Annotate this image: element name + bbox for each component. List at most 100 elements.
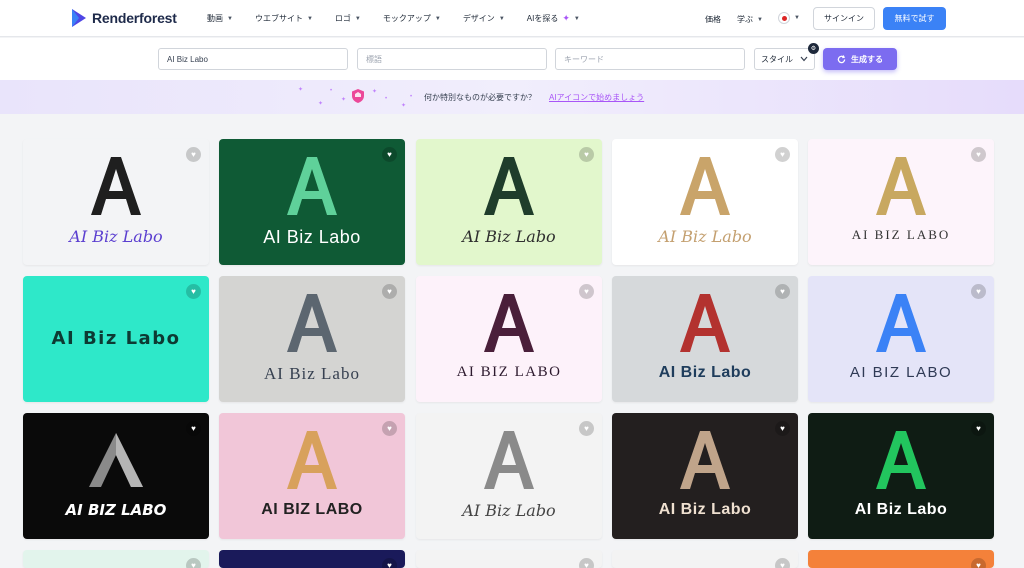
sparkle-icon: ✦ xyxy=(298,87,304,93)
heart-icon[interactable]: ♥ xyxy=(579,284,594,299)
learn-label: 学ぶ xyxy=(737,15,753,24)
logo-card[interactable]: ♥ xyxy=(219,550,405,568)
chevron-down-icon: ▼ xyxy=(434,15,441,22)
logo-monogram-icon xyxy=(680,294,730,352)
logo-text: AI BIZ LABO xyxy=(851,227,951,242)
logo-text: AI BIZ LABO xyxy=(65,501,167,519)
signin-button[interactable]: サインイン xyxy=(813,7,875,30)
slogan-placeholder: 標語 xyxy=(366,54,382,64)
pricing-label: 価格 xyxy=(705,15,721,24)
logo-text: AI Biz Labo xyxy=(658,364,752,381)
heart-icon[interactable]: ♥ xyxy=(971,284,986,299)
heart-icon[interactable]: ♥ xyxy=(186,284,201,299)
nav-label: ウエブサイト xyxy=(254,14,303,23)
ai-icon-banner: ✦ ✦ • ✦ ✦ • ✦ • 何か特別なものが必要ですか？ AIアイコンで始め… xyxy=(0,80,1024,114)
heart-icon[interactable]: ♥ xyxy=(579,421,594,436)
heart-icon[interactable]: ♥ xyxy=(382,147,397,162)
heart-icon[interactable]: ♥ xyxy=(971,421,986,436)
heart-icon[interactable]: ♥ xyxy=(382,421,397,436)
keyword-input[interactable]: キーワード xyxy=(555,48,745,70)
logo-card[interactable]: ♥ xyxy=(612,550,798,568)
logo-card[interactable]: ♥ xyxy=(808,550,994,568)
logo-card[interactable]: AI Biz Labo ♥ xyxy=(219,276,405,402)
nav-website[interactable]: ウエブサイト ▼ xyxy=(255,13,313,24)
banner-cta-link[interactable]: AIアイコンで始めましょう xyxy=(549,92,644,103)
brand-logo[interactable]: Renderforest xyxy=(70,8,177,28)
logo-card[interactable]: AI Biz Labo ♥ xyxy=(23,139,209,265)
top-header: Renderforest 動画 ▼ ウエブサイト ▼ ロゴ ▼ モックアップ ▼ デザイ… xyxy=(0,0,1024,37)
logo-card[interactable]: ♥ xyxy=(416,550,602,568)
style-dropdown[interactable]: スタイル xyxy=(754,48,815,70)
logo-card[interactable]: AI BIZ LABO ♥ xyxy=(808,139,994,265)
chevron-down-icon: ▼ xyxy=(498,15,505,22)
logo-card[interactable]: AI Biz Labo ♥ xyxy=(23,276,209,402)
logo-text: AI Biz Labo xyxy=(462,501,556,520)
slogan-input[interactable]: 標語 xyxy=(357,48,547,70)
sparkle-icon: ✦ xyxy=(401,103,407,109)
logo-card[interactable]: AI Biz Labo ♥ xyxy=(416,413,602,539)
logo-monogram-icon xyxy=(876,431,926,489)
style-label: スタイル xyxy=(761,54,793,64)
logo-monogram-icon xyxy=(287,157,337,215)
logo-monogram-icon xyxy=(89,433,143,487)
heart-icon[interactable]: ♥ xyxy=(382,558,397,568)
logo-text: AI Biz Labo xyxy=(69,227,163,246)
signin-label: サインイン xyxy=(824,14,864,23)
logo-card[interactable]: AI Biz Labo ♥ xyxy=(416,139,602,265)
chevron-down-icon: ▼ xyxy=(354,15,361,22)
logo-card[interactable]: AI Biz Labo ♥ xyxy=(612,276,798,402)
heart-icon[interactable]: ♥ xyxy=(186,421,201,436)
settings-badge-icon[interactable]: ⚙ xyxy=(808,43,819,54)
heart-icon[interactable]: ♥ xyxy=(775,558,790,568)
logo-monogram-icon xyxy=(287,294,337,352)
logo-text: AI Biz Labo xyxy=(658,501,752,518)
nav-explore-ai[interactable]: AIを探る ✦ ▼ xyxy=(527,13,580,24)
heart-icon[interactable]: ♥ xyxy=(579,558,594,568)
nav-design[interactable]: デザイン ▼ xyxy=(463,13,505,24)
logo-card[interactable]: AI Biz Labo ♥ xyxy=(219,139,405,265)
heart-icon[interactable]: ♥ xyxy=(971,147,986,162)
chevron-down-icon: ▼ xyxy=(227,15,233,22)
logo-monogram-icon xyxy=(876,294,926,352)
logo-card[interactable]: AI Biz Labo ♥ xyxy=(612,139,798,265)
logo-card[interactable]: AI BIZ LABO ♥ xyxy=(808,276,994,402)
logo-text: AI Biz Labo xyxy=(658,227,752,246)
sparkle-icon: • xyxy=(330,88,333,94)
heart-icon[interactable]: ♥ xyxy=(186,558,201,568)
sparkle-icon: ✦ xyxy=(562,13,570,23)
logo-monogram-icon xyxy=(484,157,534,215)
nav-label: 動画 xyxy=(207,14,223,23)
free-trial-button[interactable]: 無料で試す xyxy=(883,7,946,30)
generate-button[interactable]: 生成する xyxy=(823,48,897,70)
shield-icon xyxy=(352,89,364,103)
heart-icon[interactable]: ♥ xyxy=(579,147,594,162)
heart-icon[interactable]: ♥ xyxy=(775,421,790,436)
sparkle-icon: ✦ xyxy=(318,101,324,107)
chevron-down-icon xyxy=(800,56,808,62)
heart-icon[interactable]: ♥ xyxy=(382,284,397,299)
company-name-value: AI Biz Labo xyxy=(167,54,208,64)
refresh-icon xyxy=(837,54,846,63)
logo-card[interactable]: AI Biz Labo ♥ xyxy=(808,413,994,539)
logo-card[interactable]: AI BIZ LABO ♥ xyxy=(416,276,602,402)
heart-icon[interactable]: ♥ xyxy=(775,147,790,162)
nav-learn[interactable]: 学ぶ ▼ xyxy=(737,14,763,25)
language-selector[interactable]: ▼ xyxy=(778,12,800,24)
logo-card[interactable]: AI Biz Labo ♥ xyxy=(612,413,798,539)
heart-icon[interactable]: ♥ xyxy=(186,147,201,162)
nav-video[interactable]: 動画 ▼ xyxy=(207,13,233,24)
nav-mockup[interactable]: モックアップ ▼ xyxy=(383,13,441,24)
logo-monogram-icon xyxy=(484,294,534,352)
nav-pricing[interactable]: 価格 xyxy=(705,14,721,25)
logo-card[interactable]: ♥ xyxy=(23,550,209,568)
logo-card[interactable]: AI BIZ LABO ♥ xyxy=(219,413,405,539)
nav-label: ロゴ xyxy=(334,14,351,23)
heart-icon[interactable]: ♥ xyxy=(971,558,986,568)
logo-text: AI Biz Labo xyxy=(264,364,360,383)
logo-card[interactable]: AI BIZ LABO ♥ xyxy=(23,413,209,539)
heart-icon[interactable]: ♥ xyxy=(775,284,790,299)
chevron-down-icon: ▼ xyxy=(306,15,313,22)
nav-logo[interactable]: ロゴ ▼ xyxy=(335,13,361,24)
main-nav: 動画 ▼ ウエブサイト ▼ ロゴ ▼ モックアップ ▼ デザイン ▼ AIを探る ✦ ▼ xyxy=(207,0,602,37)
company-name-input[interactable]: AI Biz Labo xyxy=(158,48,348,70)
